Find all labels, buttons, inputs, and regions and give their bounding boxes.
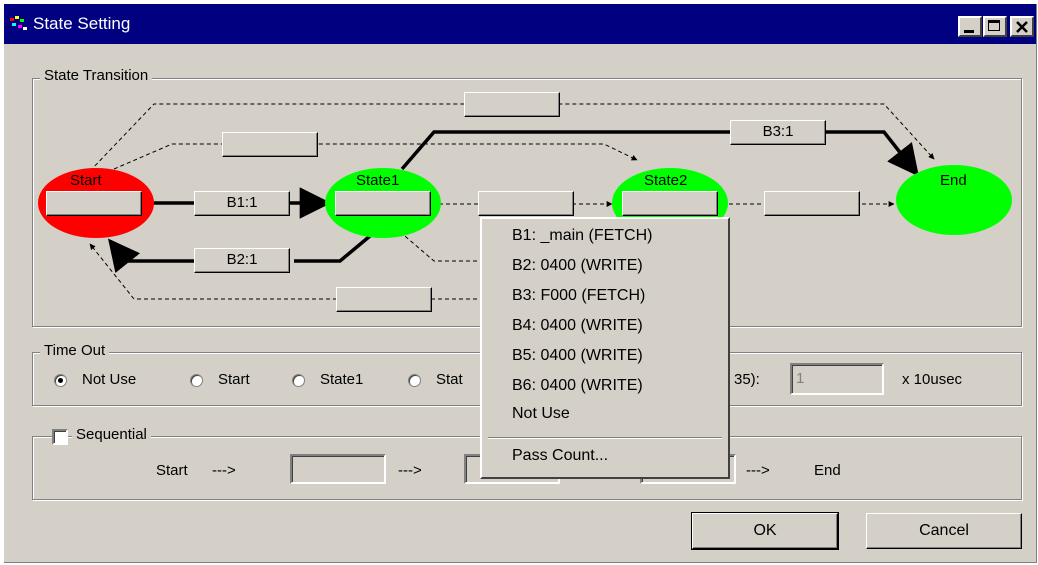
menu-item-pass-count[interactable]: Pass Count...: [512, 447, 608, 465]
radio-selected-dot: [58, 378, 63, 383]
state1-state-field[interactable]: [335, 191, 431, 216]
radio-not-use-label: Not Use: [82, 371, 137, 388]
end-state-label: End: [940, 172, 967, 189]
sequential-arrow-2: --->: [398, 462, 422, 479]
sequential-arrow-3: --->: [746, 462, 770, 479]
b3-condition-button[interactable]: B3:1: [730, 120, 826, 145]
time-out-value-field[interactable]: 1: [790, 363, 884, 395]
menu-item-b4[interactable]: B4: 0400 (WRITE): [512, 317, 643, 335]
b2-start-arrow: [108, 238, 196, 273]
sequential-checkbox[interactable]: [52, 429, 68, 445]
start-state-field[interactable]: [46, 191, 142, 216]
state2-label: State2: [644, 172, 688, 189]
b2-condition-button[interactable]: B2:1: [194, 248, 290, 273]
cancel-button[interactable]: Cancel: [866, 513, 1022, 549]
menu-item-b5[interactable]: B5: 0400 (WRITE): [512, 347, 643, 365]
time-out-unit: x 10usec: [902, 371, 963, 388]
time-out-suffix-label: 35):: [734, 371, 760, 388]
radio-state1[interactable]: [292, 374, 305, 387]
state-setting-window: State Setting State Transition Start Sta…: [4, 4, 1037, 563]
menu-item-not-use[interactable]: Not Use: [512, 405, 570, 423]
menu-item-b2[interactable]: B2: 0400 (WRITE): [512, 257, 643, 275]
state2-state1-dashed-transition: [398, 230, 484, 262]
state2-state-field[interactable]: [622, 191, 718, 216]
sequential-arrow-1: --->: [212, 462, 236, 479]
sequential-end-label: End: [814, 462, 841, 479]
b1-condition-button[interactable]: B1:1: [194, 191, 290, 216]
menu-separator: [488, 437, 722, 439]
sequential-field-1[interactable]: [290, 454, 386, 484]
state1-b2-line: [294, 234, 372, 263]
radio-start-label: Start: [218, 371, 250, 388]
start-state2-dashed-transition: [113, 143, 638, 170]
radio-start[interactable]: [190, 374, 203, 387]
start-state2-condition-button[interactable]: [222, 132, 318, 157]
radio-state1-label: State1: [320, 371, 364, 388]
start-state-label: Start: [70, 172, 102, 189]
state1-b3-line: [400, 130, 730, 171]
radio-not-use[interactable]: [54, 374, 67, 387]
sequential-label: Sequential: [72, 426, 151, 443]
menu-item-b6[interactable]: B6: 0400 (WRITE): [512, 377, 643, 395]
time-out-value: 1: [796, 370, 805, 387]
ok-button[interactable]: OK: [691, 512, 839, 550]
state2-end-condition-button[interactable]: [764, 191, 860, 216]
time-out-label: Time Out: [40, 342, 110, 359]
radio-state2-label: Stat: [436, 371, 463, 388]
radio-state2[interactable]: [408, 374, 421, 387]
breakpoint-context-menu: B1: _main (FETCH) B2: 0400 (WRITE) B3: F…: [480, 217, 730, 479]
state1-label: State1: [356, 172, 400, 189]
menu-item-b3[interactable]: B3: F000 (FETCH): [512, 287, 645, 305]
menu-item-b1[interactable]: B1: _main (FETCH): [512, 227, 652, 245]
b3-end-arrow: [826, 130, 919, 177]
sequential-start-label: Start: [156, 462, 188, 479]
state2-start-condition-button[interactable]: [336, 287, 432, 312]
state1-state2-condition-button[interactable]: [478, 191, 574, 216]
start-end-condition-button[interactable]: [464, 92, 560, 117]
